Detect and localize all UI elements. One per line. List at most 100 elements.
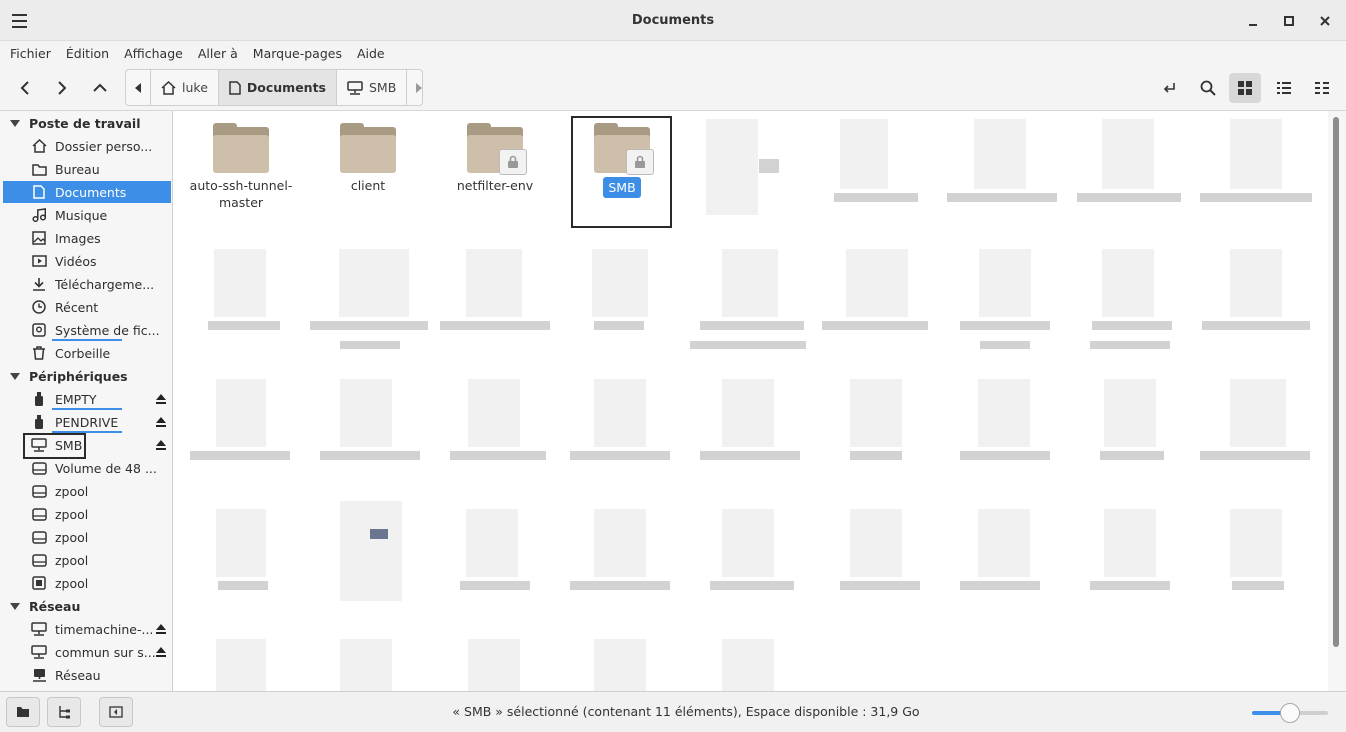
sidebar-item-smb[interactable]: SMB (3, 433, 171, 459)
sidebar-item-volume[interactable]: Volume de 48 ... (3, 457, 171, 479)
obscured-file[interactable] (216, 509, 266, 577)
obscured-file[interactable] (466, 509, 518, 577)
obscured-file[interactable] (594, 509, 646, 577)
up-button[interactable] (85, 73, 115, 103)
obscured-file[interactable] (340, 379, 392, 447)
sidebar-section-computer[interactable]: Poste de travail (10, 112, 141, 134)
menu-edit[interactable]: Édition (66, 46, 109, 61)
eject-icon[interactable] (155, 416, 167, 428)
sidebar-item-network[interactable]: Réseau (3, 664, 171, 686)
compact-view-button[interactable] (1306, 73, 1338, 103)
folder-item-selected[interactable]: SMB (567, 123, 677, 198)
obscured-file[interactable] (468, 639, 520, 691)
hamburger-menu-icon[interactable] (10, 12, 30, 30)
folder-item[interactable]: auto-ssh-tunnel-master (186, 123, 296, 211)
obscured-file[interactable] (339, 249, 409, 317)
breadcrumb-left-arrow[interactable] (126, 70, 151, 105)
sidebar-item-zpool[interactable]: zpool (3, 549, 171, 571)
obscured-file[interactable] (1230, 119, 1282, 189)
obscured-file[interactable] (1104, 509, 1156, 577)
forward-button[interactable] (47, 73, 77, 103)
obscured-file[interactable] (216, 639, 266, 691)
obscured-file[interactable] (214, 249, 266, 317)
obscured-file[interactable] (706, 119, 758, 215)
sidebar-item-recent[interactable]: Récent (3, 296, 171, 318)
obscured-file[interactable] (594, 639, 646, 691)
icon-view-button[interactable] (1229, 73, 1261, 103)
breadcrumb-home[interactable]: luke (151, 70, 219, 105)
obscured-file[interactable] (846, 249, 908, 317)
sidebar-item-empty[interactable]: EMPTY (3, 388, 171, 410)
sidebar-item-zpool[interactable]: zpool (3, 572, 171, 594)
obscured-file[interactable] (468, 379, 520, 447)
list-view-button[interactable] (1268, 73, 1300, 103)
sidebar-item-trash[interactable]: Corbeille (3, 342, 171, 364)
menu-help[interactable]: Aide (357, 46, 385, 61)
obscured-file[interactable] (1102, 119, 1154, 189)
menu-file[interactable]: Fichier (10, 46, 51, 61)
close-icon[interactable] (1314, 12, 1336, 30)
sidebar-section-devices[interactable]: Périphériques (10, 365, 128, 387)
sidebar-item-filesystem[interactable]: Système de fic... (3, 319, 171, 341)
sidebar-item-videos[interactable]: Vidéos (3, 250, 171, 272)
obscured-file[interactable] (1230, 379, 1286, 447)
obscured-file[interactable] (840, 119, 888, 189)
minimize-icon[interactable] (1242, 12, 1264, 30)
obscured-file[interactable] (974, 119, 1026, 189)
obscured-file[interactable] (466, 249, 522, 317)
breadcrumb-smb[interactable]: SMB (337, 70, 408, 105)
eject-icon[interactable] (155, 623, 167, 635)
location-toggle-button[interactable] (1154, 73, 1186, 103)
obscured-file[interactable] (340, 501, 402, 601)
sidebar-item-pendrive[interactable]: PENDRIVE (3, 411, 171, 433)
sidebar-item-zpool[interactable]: zpool (3, 503, 171, 525)
menu-go[interactable]: Aller à (198, 46, 238, 61)
sidebar-item-commun[interactable]: commun sur s... (3, 641, 171, 663)
sidebar-item-images[interactable]: Images (3, 227, 171, 249)
folder-item[interactable]: client (313, 123, 423, 194)
obscured-file[interactable] (722, 249, 778, 317)
sidebar-section-network[interactable]: Réseau (10, 595, 80, 617)
obscured-file[interactable] (340, 639, 392, 691)
zoom-slider-handle[interactable] (1280, 703, 1300, 723)
sidebar-item-home[interactable]: Dossier perso... (3, 135, 171, 157)
menu-view[interactable]: Affichage (124, 46, 183, 61)
obscured-file[interactable] (978, 379, 1030, 447)
obscured-file[interactable] (594, 379, 646, 447)
obscured-file[interactable] (1230, 249, 1282, 317)
obscured-file[interactable] (1104, 379, 1156, 447)
maximize-icon[interactable] (1278, 12, 1300, 30)
obscured-file[interactable] (592, 249, 648, 317)
status-bar: « SMB » sélectionné (contenant 11 élémen… (0, 691, 1346, 732)
obscured-file[interactable] (850, 379, 902, 447)
sidebar-item-desktop[interactable]: Bureau (3, 158, 171, 180)
file-view[interactable]: auto-ssh-tunnel-master client netfilter-… (174, 111, 1328, 691)
eject-icon[interactable] (155, 646, 167, 658)
sidebar-item-zpool[interactable]: zpool (3, 480, 171, 502)
zoom-slider[interactable] (1252, 703, 1328, 723)
obscured-file[interactable] (216, 379, 266, 447)
obscured-file[interactable] (722, 509, 774, 577)
folder-item[interactable]: netfilter-env (440, 123, 550, 194)
sidebar-item-downloads[interactable]: Téléchargeme... (3, 273, 171, 295)
obscured-file[interactable] (722, 379, 774, 447)
sidebar-item-timemachine[interactable]: timemachine-... (3, 618, 171, 640)
scrollbar-thumb[interactable] (1333, 117, 1339, 647)
breadcrumb-right-arrow[interactable] (407, 70, 422, 105)
obscured-file[interactable] (722, 639, 774, 691)
menu-bookmarks[interactable]: Marque-pages (253, 46, 342, 61)
sidebar-item-music[interactable]: Musique (3, 204, 171, 226)
back-button[interactable] (10, 73, 40, 103)
eject-icon[interactable] (155, 439, 167, 451)
obscured-file[interactable] (979, 249, 1031, 317)
sidebar-item-zpool[interactable]: zpool (3, 526, 171, 548)
search-button[interactable] (1192, 73, 1224, 103)
obscured-file[interactable] (1230, 509, 1282, 577)
obscured-file[interactable] (850, 509, 902, 577)
obscured-file[interactable] (1102, 249, 1154, 317)
eject-icon[interactable] (155, 393, 167, 405)
breadcrumb-documents[interactable]: Documents (218, 70, 337, 105)
obscured-file[interactable] (978, 509, 1030, 577)
scrollbar[interactable] (1328, 111, 1346, 691)
sidebar-item-documents[interactable]: Documents (3, 181, 171, 203)
